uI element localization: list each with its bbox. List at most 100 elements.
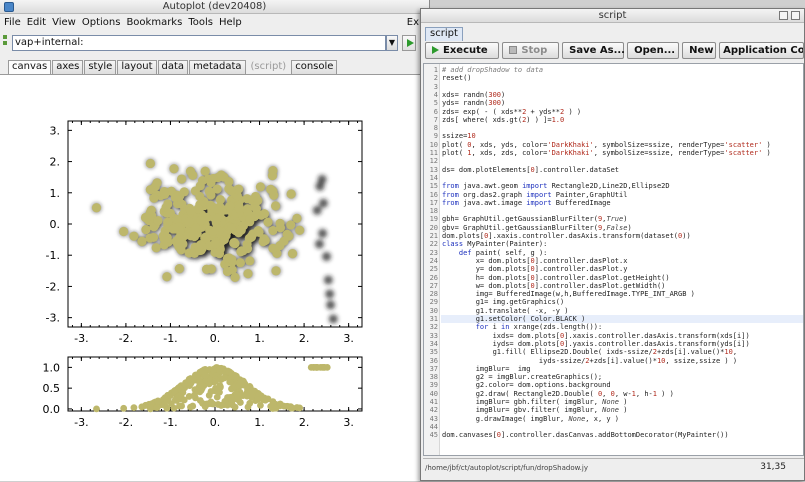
tab-layout[interactable]: layout (117, 60, 157, 74)
menu-tools[interactable]: Tools (188, 17, 213, 28)
code-line[interactable]: gbh= GraphUtil.getGaussianBlurFilter(9,T… (442, 215, 627, 223)
code-line[interactable]: from java.awt.geom import Rectangle2D,Li… (442, 182, 670, 190)
menu-options[interactable]: Options (82, 17, 121, 28)
tab-data[interactable]: data (157, 60, 189, 74)
code-line[interactable]: yds= randn(300) (442, 99, 505, 107)
x-tick-label: 1. (254, 416, 265, 429)
go-button[interactable] (402, 35, 416, 51)
tab-script-file[interactable]: script (425, 27, 463, 41)
uri-input[interactable]: vap+internal: (12, 35, 386, 51)
drag-handle-icon[interactable] (3, 35, 9, 49)
code-line[interactable]: xds= randn(300) (442, 91, 505, 99)
gaussian-point (197, 381, 205, 389)
code-line[interactable]: gbv= GraphUtil.getGaussianBlurFilter(9,F… (442, 224, 632, 232)
application-context-button[interactable]: Application Context (719, 42, 804, 59)
tab-console[interactable]: console (291, 60, 338, 74)
code-line[interactable]: g2.draw( Rectangle2D.Double( 0, 0, w-1, … (442, 390, 674, 398)
line-number: 9 (433, 132, 438, 141)
tab-axes[interactable]: axes (52, 60, 84, 74)
code-line[interactable]: ixds= dom.plots[0].xaxis.controller.dasA… (442, 332, 750, 340)
code-line[interactable]: g1.setColor( Color.BLACK ) (442, 315, 586, 323)
code-line[interactable]: g2 = imgBlur.createGraphics(); (442, 373, 602, 381)
scatter-point (174, 264, 184, 274)
menu-edit[interactable]: Edit (27, 17, 46, 28)
line-number: 20 (429, 223, 438, 232)
open-button[interactable]: Open... (627, 42, 680, 59)
code-line[interactable]: dom.plots[0].xaxis.controller.dasAxis.tr… (442, 232, 691, 240)
code-line[interactable]: ssize=10 (442, 132, 476, 140)
menu-bookmarks[interactable]: Bookmarks (126, 17, 182, 28)
autoplot-titlebar[interactable]: Autoplot (dev20408) (0, 0, 429, 14)
x-tick-label: 2. (299, 332, 310, 345)
code-editor[interactable]: 1 2 3 4 5 6 7 8 9 10 11 12 13 14 15 16 17 18 19 20 21 22 23 24 2… (423, 63, 804, 456)
menu-help[interactable]: Help (219, 17, 242, 28)
code-line[interactable]: iyds= dom.plots[0].yaxis.controller.dasA… (442, 340, 750, 348)
gaussian-point (154, 397, 162, 405)
code-line[interactable]: from org.das2.graph import Painter,Graph… (442, 191, 627, 199)
line-number: 32 (429, 323, 438, 332)
stop-button[interactable]: Stop (502, 42, 560, 59)
scatter-point (270, 201, 281, 211)
menu-file[interactable]: File (4, 17, 21, 28)
code-line[interactable]: from java.awt.image import BufferedImage (442, 199, 611, 207)
code-line[interactable]: g1.translate( -x, -y ) (442, 307, 569, 315)
code-line[interactable]: img= BufferedImage(w,h,BufferedImage.TYP… (442, 290, 695, 298)
y-tick-label: 1.0 (43, 361, 61, 374)
script-titlebar[interactable]: script (421, 9, 804, 23)
code-line[interactable]: zds[ where( xds.gt(2) ) ]=1.0 (442, 116, 564, 124)
code-line[interactable]: g.drawImage( imgBlur, None, x, y ) (442, 415, 619, 423)
code-line[interactable]: plot( 0, xds, yds, color='DarkKhaki', sy… (442, 141, 771, 149)
line-number: 29 (429, 298, 438, 307)
scatter-point (169, 223, 180, 233)
y-tick-label: 0. (50, 218, 61, 231)
menu-experimental[interactable]: Ex (407, 17, 419, 28)
code-line[interactable]: imgBlur= img (442, 365, 531, 373)
stop-label: Stop (521, 45, 548, 56)
code-line[interactable]: # add dropShadow to data (442, 66, 543, 74)
gaussian-point (272, 404, 280, 412)
minimize-button[interactable] (779, 11, 788, 20)
y-tick-label: 0.5 (43, 382, 61, 395)
execute-button[interactable]: Execute (425, 42, 500, 59)
code-line[interactable]: g1= img.getGraphics() (442, 298, 565, 306)
code-line[interactable]: w= dom.plots[0].controller.dasPlot.getWi… (442, 282, 666, 290)
line-number: 16 (429, 190, 438, 199)
code-line[interactable]: imgBlur= gbh.filter( imgBlur, None ) (442, 398, 628, 406)
scatter-point (245, 214, 255, 224)
scatter-point (189, 229, 199, 239)
file-path: /home/jbf/ct/autoplot/script/fun/dropSha… (425, 464, 588, 472)
scatter-point (188, 170, 198, 180)
gaussian-point (228, 370, 235, 377)
close-button[interactable] (791, 11, 800, 20)
code-line[interactable]: g1.fill( Ellipse2D.Double( ixds-ssize/2+… (442, 348, 737, 356)
tab-canvas[interactable]: canvas (8, 60, 52, 74)
code-line[interactable]: zds= exp( - ( xds**2 + yds**2 ) ) (442, 108, 581, 116)
code-line[interactable]: h= dom.plots[0].controller.dasPlot.getHe… (442, 274, 670, 282)
code-line[interactable]: g2.color= dom.options.background (442, 381, 611, 389)
code-line[interactable]: y= dom.plots[0].controller.dasPlot.y (442, 265, 628, 273)
gaussian-point (120, 404, 128, 412)
scatter-point (295, 225, 305, 235)
code-line[interactable]: dom.canvases[0].controller.dasCanvas.add… (442, 431, 729, 439)
code-line[interactable]: reset() (442, 74, 472, 82)
new-button[interactable]: New (682, 42, 717, 59)
code-line[interactable]: x= dom.plots[0].controller.dasPlot.x (442, 257, 628, 265)
save-as-button[interactable]: Save As... (562, 42, 625, 59)
code-line[interactable]: ds= dom.plotElements[0].controller.dataS… (442, 166, 619, 174)
menu-view[interactable]: View (52, 17, 76, 28)
code-line[interactable]: for i in xrange(zds.length()): (442, 323, 602, 331)
plot-canvas[interactable]: -3. -2. -1. 0. 1. 2. 3. 3. 2. 1. 0. -1. -2. -3. -3. -2… (0, 74, 430, 481)
line-number: 37 (429, 364, 438, 373)
code-line[interactable]: def paint( self, g ): (442, 249, 548, 257)
uri-dropdown-button[interactable]: ▼ (386, 35, 398, 51)
code-line[interactable]: iyds-ssize/2+zds[i].value()*10, ssize,ss… (442, 357, 737, 365)
code-line[interactable]: class MyPainter(Painter): (442, 240, 547, 248)
x-tick-label: -2. (119, 416, 133, 429)
tab-style[interactable]: style (84, 60, 117, 74)
scatter-plot: -3. -2. -1. 0. 1. 2. 3. 3. 2. 1. 0. -1. -2. -3. (46, 120, 363, 345)
gaussian-point (171, 396, 179, 404)
tab-metadata[interactable]: metadata (189, 60, 246, 74)
code-line[interactable]: plot( 1, xds, zds, color='DarkKhaki', sy… (442, 149, 771, 157)
code-line[interactable]: imgBlur= gbv.filter( imgBlur, None ) (442, 406, 628, 414)
scatter-point (284, 231, 294, 241)
